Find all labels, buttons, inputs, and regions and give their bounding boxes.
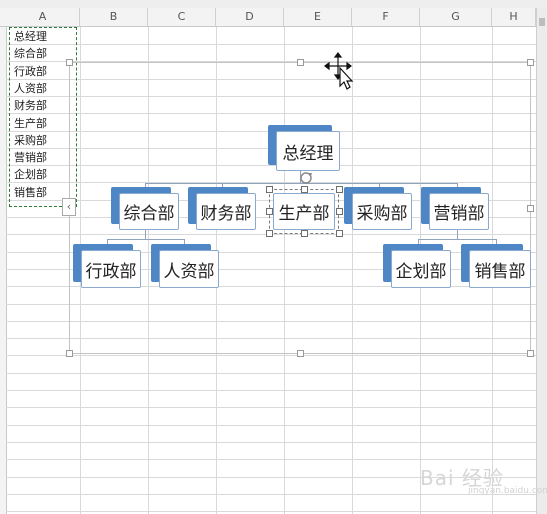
gridline-horizontal xyxy=(6,459,536,460)
connector-营销部-bar xyxy=(418,239,496,240)
frame-handle-top-left[interactable] xyxy=(66,59,73,66)
org-node-label: 采购部 xyxy=(352,193,412,230)
vertical-scrollbar[interactable] xyxy=(536,8,547,514)
org-node-label: 营销部 xyxy=(429,193,489,230)
gridline-horizontal xyxy=(6,373,536,374)
org-node-综合部[interactable]: 综合部 xyxy=(111,187,179,230)
org-node-行政部[interactable]: 行政部 xyxy=(73,244,141,288)
selection-handle[interactable] xyxy=(301,186,308,193)
column-header-d[interactable]: D xyxy=(216,8,284,26)
org-node-销售部[interactable]: 销售部 xyxy=(461,244,531,288)
selection-handle[interactable] xyxy=(266,208,273,215)
gridline-horizontal xyxy=(6,407,536,408)
gridline-horizontal xyxy=(6,442,536,443)
row-header-strip[interactable] xyxy=(0,27,7,514)
org-node-label: 人资部 xyxy=(159,250,219,288)
selection-handle[interactable] xyxy=(336,230,343,237)
copy-marquee xyxy=(9,27,77,207)
frame-handle-top-right[interactable] xyxy=(527,59,534,66)
scrollbar-thumb[interactable] xyxy=(539,18,545,26)
watermark-subtext: jingyan.baidu.com xyxy=(468,486,547,496)
connector-综合部-bar xyxy=(107,239,184,240)
selection-handle[interactable] xyxy=(336,208,343,215)
node-selection-outline xyxy=(269,189,339,234)
org-node-财务部[interactable]: 财务部 xyxy=(188,187,256,230)
column-header-e[interactable]: E xyxy=(284,8,352,26)
gridline-horizontal xyxy=(6,425,536,426)
rotate-handle-icon[interactable] xyxy=(298,170,314,186)
column-header-f[interactable]: F xyxy=(352,8,420,26)
org-node-label: 财务部 xyxy=(196,193,256,230)
column-header-b[interactable]: B xyxy=(80,8,148,26)
column-header-c[interactable]: C xyxy=(148,8,216,26)
frame-handle-top-center[interactable] xyxy=(297,59,304,66)
org-node-root[interactable]: 总经理 xyxy=(268,125,340,171)
org-node-label: 行政部 xyxy=(81,250,141,288)
gridline-horizontal xyxy=(6,44,536,45)
column-header-a[interactable]: A xyxy=(6,8,80,26)
frame-handle-right-middle[interactable] xyxy=(527,205,534,212)
column-header-g[interactable]: G xyxy=(420,8,492,26)
org-node-label: 综合部 xyxy=(119,193,179,230)
gridline-horizontal xyxy=(6,355,536,356)
frame-handle-bottom-center[interactable] xyxy=(297,350,304,357)
frame-handle-bottom-left[interactable] xyxy=(66,350,73,357)
column-header-row: A B C D E F G H xyxy=(0,8,547,27)
selection-handle[interactable] xyxy=(336,186,343,193)
move-cursor-icon xyxy=(324,52,354,90)
selection-handle[interactable] xyxy=(266,230,273,237)
column-header-h[interactable]: H xyxy=(492,8,536,26)
text-pane-toggle-button[interactable]: ‹ xyxy=(62,198,76,216)
org-node-企划部[interactable]: 企划部 xyxy=(383,244,451,288)
org-node-采购部[interactable]: 采购部 xyxy=(344,187,412,230)
org-node-label: 销售部 xyxy=(469,250,531,288)
org-node-人资部[interactable]: 人资部 xyxy=(151,244,219,288)
org-node-label: 企划部 xyxy=(391,250,451,288)
selection-handle[interactable] xyxy=(266,186,273,193)
gridline-horizontal xyxy=(6,390,536,391)
gridline-horizontal xyxy=(6,494,536,495)
connector-综合部-down xyxy=(145,230,146,239)
org-node-label: 总经理 xyxy=(276,131,340,171)
selection-handle[interactable] xyxy=(301,230,308,237)
spreadsheet-window: A B C D E F G H 总经理 综合部 行政部 人资部 财务部 生产部 采购部 营销部… xyxy=(0,0,547,514)
gridline-horizontal xyxy=(6,511,536,512)
org-node-营销部[interactable]: 营销部 xyxy=(421,187,489,230)
frame-handle-bottom-right[interactable] xyxy=(527,350,534,357)
connector-营销部-down xyxy=(457,230,458,239)
